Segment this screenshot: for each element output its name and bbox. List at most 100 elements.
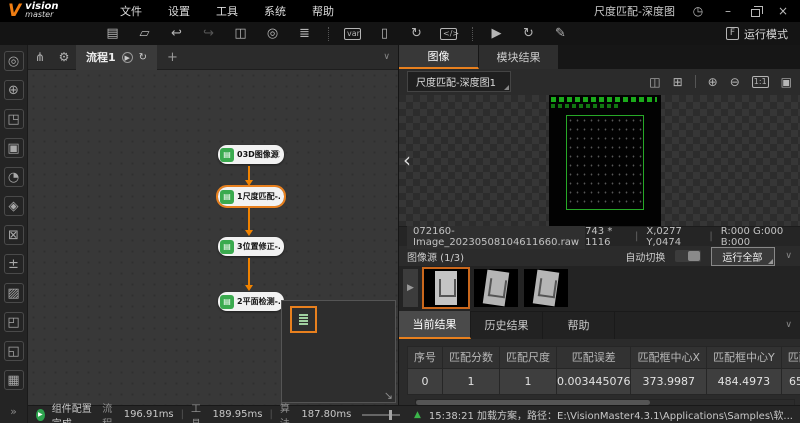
menu-settings[interactable]: 设置	[168, 3, 190, 19]
auto-switch-toggle[interactable]	[675, 250, 701, 262]
save-icon[interactable]: ▤	[104, 26, 121, 41]
component-state-text: 组件配置完成	[52, 400, 96, 423]
node-label: 03D图像源1	[237, 149, 280, 160]
edit-scheme-icon[interactable]: ✎	[552, 26, 569, 41]
minimap-viewport[interactable]	[290, 306, 317, 333]
flow-canvas[interactable]: ▤ 03D图像源1 ▤ 1尺度匹配-... ▤ 3位置修正-... ▤	[28, 70, 398, 405]
sidebar-collapse-icon[interactable]: »	[4, 401, 24, 421]
minimize-button[interactable]: –	[721, 4, 735, 18]
tab-current-result[interactable]: 当前结果	[399, 311, 471, 339]
table-row[interactable]: 0 1 1 0.003445076 373.9987 484.4973 657.…	[408, 368, 800, 394]
depth-image	[549, 95, 661, 227]
canvas-zoom-slider[interactable]	[362, 414, 400, 416]
flow-minimap[interactable]: ↘	[281, 300, 396, 403]
split-view-icon[interactable]: ◫	[649, 75, 660, 89]
window-lock-icon[interactable]: ◫	[232, 26, 249, 41]
col-match-scale: 匹配尺度	[500, 346, 557, 368]
fit-window-icon[interactable]: ▣	[781, 75, 792, 89]
result-table-wrap: 序号 匹配分数 匹配尺度 匹配误差 匹配框中心X 匹配框中心Y 匹配框宽度 0 …	[407, 346, 800, 405]
run-mode-button[interactable]: F 运行模式	[726, 26, 800, 42]
cell-box-center-x: 373.9987	[631, 368, 707, 394]
auto-switch-label: 自动切换	[625, 249, 665, 264]
color-processing-icon[interactable]: ◈	[4, 196, 24, 216]
close-button[interactable]: ×	[776, 4, 790, 18]
flow-tab-1[interactable]: 流程1 ▶ ↻	[76, 45, 157, 70]
image-filename: 072160-Image_20230508104611660.raw	[407, 225, 585, 249]
flow-run-loop-icon[interactable]: ↻	[139, 52, 147, 63]
zoom-1-1-icon[interactable]: 1:1	[752, 76, 769, 88]
run-once-icon[interactable]: ▶	[488, 26, 505, 41]
deep-learning-icon[interactable]: ◔	[4, 167, 24, 187]
camera-capture-icon[interactable]: ◎	[264, 26, 281, 41]
run-all-button[interactable]: 运行全部	[711, 247, 775, 266]
add-flow-tab-button[interactable]: +	[167, 50, 178, 65]
prev-image-chevron-icon[interactable]: ‹	[403, 148, 411, 172]
tool-time-label: 工具	[191, 400, 206, 423]
menu-tools[interactable]: 工具	[216, 3, 238, 19]
measure-icon[interactable]: ◳	[4, 109, 24, 129]
image-source-label: 图像源 (1/3)	[407, 249, 464, 264]
restore-button[interactable]	[751, 9, 760, 17]
image-info-bar: 072160-Image_20230508104611660.raw 743 *…	[399, 226, 800, 246]
thumbnail-2[interactable]	[474, 269, 518, 307]
node-match-icon: ▤	[220, 190, 234, 204]
tool-category-sidebar: ◎ ⊕ ◳ ▣ ◔ ◈ ⊠ ± ▨ ◰ ◱ ▦ »	[0, 45, 28, 423]
menu-file[interactable]: 文件	[120, 3, 142, 19]
logo-v-icon: V	[8, 3, 21, 20]
calibration-icon[interactable]: ⊠	[4, 225, 24, 245]
node-image-icon: ▤	[220, 148, 234, 162]
flow-node-plane-detect[interactable]: ▤ 2平面检测-...	[218, 292, 284, 311]
zoom-out-icon[interactable]: ⊖	[730, 75, 740, 89]
locate-target-icon[interactable]: ⊕	[4, 80, 24, 100]
view-divider	[695, 75, 696, 88]
info-divider: |	[709, 231, 712, 242]
image-processing-icon[interactable]: ▨	[4, 283, 24, 303]
device-icon[interactable]: ▯	[376, 26, 393, 41]
tab-image[interactable]: 图像	[399, 45, 479, 69]
flowchart-view-icon[interactable]: ⋔	[28, 50, 52, 64]
image-display-area[interactable]: ‹	[399, 95, 800, 227]
status-bar: ▶ 组件配置完成 流程 196.91ms | 工具 189.95ms | 算法 …	[28, 405, 800, 423]
logic-tools-icon[interactable]: ▦	[4, 370, 24, 390]
defect-detection-icon[interactable]: ◰	[4, 312, 24, 332]
menu-help[interactable]: 帮助	[312, 3, 334, 19]
thumbnail-3[interactable]	[524, 269, 568, 307]
scrollbar-thumb[interactable]	[416, 400, 650, 405]
result-tabs-chevron-icon[interactable]: ∨	[785, 320, 792, 330]
recognition-icon[interactable]: ▣	[4, 138, 24, 158]
cell-box-width: 657.0027	[781, 368, 800, 394]
thumbnail-nav-icon[interactable]: ▶	[403, 269, 418, 307]
slider-handle[interactable]	[389, 410, 392, 420]
sliders-icon[interactable]: ≣	[296, 26, 313, 41]
run-continuous-icon[interactable]: ↻	[520, 26, 537, 41]
display-source-dropdown[interactable]: 尺度匹配-深度图1	[407, 71, 511, 92]
cell-match-scale: 1	[500, 368, 557, 394]
cursor-coords: X,0277 Y,0474	[646, 226, 701, 248]
script-code-icon[interactable]: </>	[440, 28, 457, 40]
flow-settings-icon[interactable]: ⚙	[52, 50, 76, 64]
tile-view-icon[interactable]: ⊞	[673, 75, 683, 89]
calculator-icon[interactable]: ±	[4, 254, 24, 274]
global-sync-icon[interactable]: ↻	[408, 26, 425, 41]
zoom-in-icon[interactable]: ⊕	[708, 75, 718, 89]
communication-icon[interactable]: ◱	[4, 341, 24, 361]
open-folder-icon[interactable]: ▱	[136, 26, 153, 41]
tab-history-result[interactable]: 历史结果	[471, 311, 543, 339]
menu-system[interactable]: 系统	[264, 3, 286, 19]
flow-node-image-source[interactable]: ▤ 03D图像源1	[218, 145, 284, 164]
tab-module-result[interactable]: 模块结果	[479, 45, 559, 69]
flow-tabbar-chevron-icon[interactable]: ∨	[383, 52, 390, 62]
thumbnail-1[interactable]	[424, 269, 468, 307]
timer-icon[interactable]: ◷	[691, 4, 705, 18]
undo-icon[interactable]: ↩	[168, 26, 185, 41]
flow-node-position-fix[interactable]: ▤ 3位置修正-...	[218, 237, 284, 256]
tab-help[interactable]: 帮助	[543, 311, 615, 339]
source-row-chevron-icon[interactable]: ∨	[785, 251, 792, 261]
col-match-error: 匹配误差	[557, 346, 631, 368]
flow-node-scale-match[interactable]: ▤ 1尺度匹配-...	[218, 187, 284, 206]
cell-match-error: 0.003445076	[557, 368, 631, 394]
acquisition-camera-icon[interactable]: ◎	[4, 51, 24, 71]
flow-run-once-icon[interactable]: ▶	[122, 52, 133, 63]
redo-icon[interactable]: ↪	[200, 26, 217, 41]
variable-icon[interactable]: var	[344, 28, 361, 40]
